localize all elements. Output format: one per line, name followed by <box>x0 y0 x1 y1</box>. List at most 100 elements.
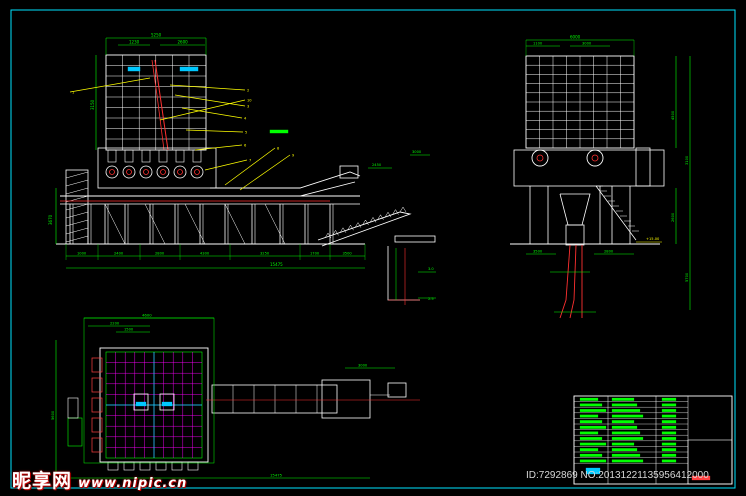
leg-brace <box>144 203 166 245</box>
watermark-id: ID:7292869 NO:20131221135956412000 <box>526 470 709 481</box>
burner-hub <box>160 169 166 175</box>
cad-drawing-canvas: 5250 1230 2600 3670 3150 1000 2400 2800 4300 3250… <box>0 0 746 496</box>
leader-line <box>159 99 246 121</box>
dimension-text-top: 1230 <box>129 40 140 45</box>
plan-dimension-text-top: 4600 <box>142 313 152 318</box>
title-block-text-bar <box>579 459 607 463</box>
plan-conveyor <box>211 384 338 414</box>
side-burner-wheel <box>531 149 549 167</box>
side-dimension-text-right: 4500 <box>671 110 675 120</box>
dimension-text-bottom: 1000 <box>77 252 87 256</box>
title-block-text-bar <box>579 448 599 452</box>
burner-hub <box>177 169 183 175</box>
stair-tread <box>65 179 89 187</box>
leader-line <box>169 84 246 91</box>
leader-tag: 10 <box>247 99 252 103</box>
title-block-text-bar <box>661 409 677 412</box>
title-block-text-bar <box>579 409 607 412</box>
title-block-text-bar <box>611 409 641 412</box>
dimension-text-bottom: 1700 <box>310 252 320 256</box>
title-block-text-bar <box>579 420 603 424</box>
side-hopper-neck <box>565 224 585 246</box>
title-block-text-bar <box>611 459 644 463</box>
burner-housing <box>107 149 117 163</box>
stair-tread <box>65 203 89 211</box>
title-block-text-bar <box>611 397 635 401</box>
pit-wall <box>387 246 420 301</box>
burner-housing <box>175 149 185 163</box>
leader-tag: 5 <box>245 131 247 135</box>
title-block-text-bar <box>661 459 677 463</box>
title-block-text-bar <box>611 403 638 407</box>
plan-motor <box>387 382 407 398</box>
dimension-text-top: 2600 <box>178 40 189 45</box>
plan-stair <box>67 397 79 419</box>
drop-pipe <box>569 244 577 319</box>
title-block-text-bar <box>661 425 677 429</box>
watermark-url: www.nipic.cn <box>78 476 188 491</box>
title-block-text-bar <box>661 442 677 446</box>
watermark-logo-text: 昵享网 <box>12 470 73 492</box>
side-motor-box <box>635 147 651 187</box>
title-block-text-bar <box>579 431 599 435</box>
leader-tag: 1 <box>72 91 74 95</box>
stair-tread <box>65 187 89 195</box>
burner-housing <box>192 149 202 163</box>
title-block-text-bar <box>579 414 599 418</box>
title-block-text-bar <box>611 453 641 457</box>
title-block-text-bar <box>661 437 677 440</box>
side-dimension-text-right: 3100 <box>685 155 689 165</box>
leader-tag: 8 <box>277 147 280 151</box>
leader-line <box>185 129 244 133</box>
leader-tag: 6 <box>244 144 247 148</box>
stair-tread <box>65 211 89 219</box>
inclined-chute-edge <box>151 59 165 151</box>
burner-hub <box>194 169 200 175</box>
side-burner-hub <box>591 154 599 162</box>
dimension-text-left: 3150 <box>90 99 95 110</box>
side-discharge-hopper <box>559 193 591 226</box>
title-block-text-bar <box>611 425 638 429</box>
screw-flight <box>399 206 407 213</box>
side-burner-hub <box>536 154 544 162</box>
side-dimension-text-top: 3000 <box>582 42 592 46</box>
cad-drawing: 5250 1230 2600 3670 3150 1000 2400 2800 4300 3250… <box>10 9 736 489</box>
dimension-text-bottom: 2800 <box>155 252 165 256</box>
burner-housing <box>158 149 168 163</box>
plan-fan-box <box>67 417 83 447</box>
title-block-text-bar <box>661 403 677 407</box>
plan-overall-box <box>83 317 215 464</box>
burner-wheel <box>156 165 170 179</box>
plan-conveyor-dimension-text: 3000 <box>358 364 368 368</box>
discharge-chute <box>394 235 436 243</box>
plan-burner <box>91 397 103 413</box>
screw-conveyor-casing <box>317 211 412 247</box>
burner-wheel <box>190 165 204 179</box>
plan-burner <box>91 377 103 393</box>
pit-dimension-text: 3.0 <box>428 267 434 271</box>
title-block-text-bar <box>579 397 599 401</box>
plan-dimension-text-left: 5600 <box>51 410 55 420</box>
belt-conveyor-bottom <box>210 181 356 197</box>
title-block-text-bar <box>579 442 607 446</box>
dimension-text-bottom: 3250 <box>260 252 270 256</box>
dimension-text-top: 5250 <box>151 33 162 38</box>
title-block-text-bar <box>611 448 638 452</box>
conveyor-dimension-text: 3000 <box>412 150 422 154</box>
overall-length-text: 15475 <box>270 262 283 267</box>
title-block-text-bar <box>579 437 603 440</box>
plan-view: 4600 2200 1500 5600 15475 3000 <box>51 313 420 479</box>
stair-tread <box>65 227 89 235</box>
burner-wheel <box>139 165 153 179</box>
dimension-text-bottom: 3500 <box>343 252 353 256</box>
burner-wheel <box>173 165 187 179</box>
drop-pipe <box>559 244 571 319</box>
title-block-text-bar <box>661 453 677 457</box>
side-view: 6000 1100 3000 4500 2600 3100 5700 +15.00 3500 28… <box>510 35 691 319</box>
watermark-logo: 昵享网 www.nipic.cn <box>12 466 187 493</box>
side-dimension-text-right: 5700 <box>685 272 689 282</box>
title-block-text-bar <box>661 431 677 435</box>
dimension-text-bottom: 4300 <box>200 252 210 256</box>
burner-hub <box>126 169 132 175</box>
side-dimension-text-bottom: 3500 <box>533 250 543 254</box>
